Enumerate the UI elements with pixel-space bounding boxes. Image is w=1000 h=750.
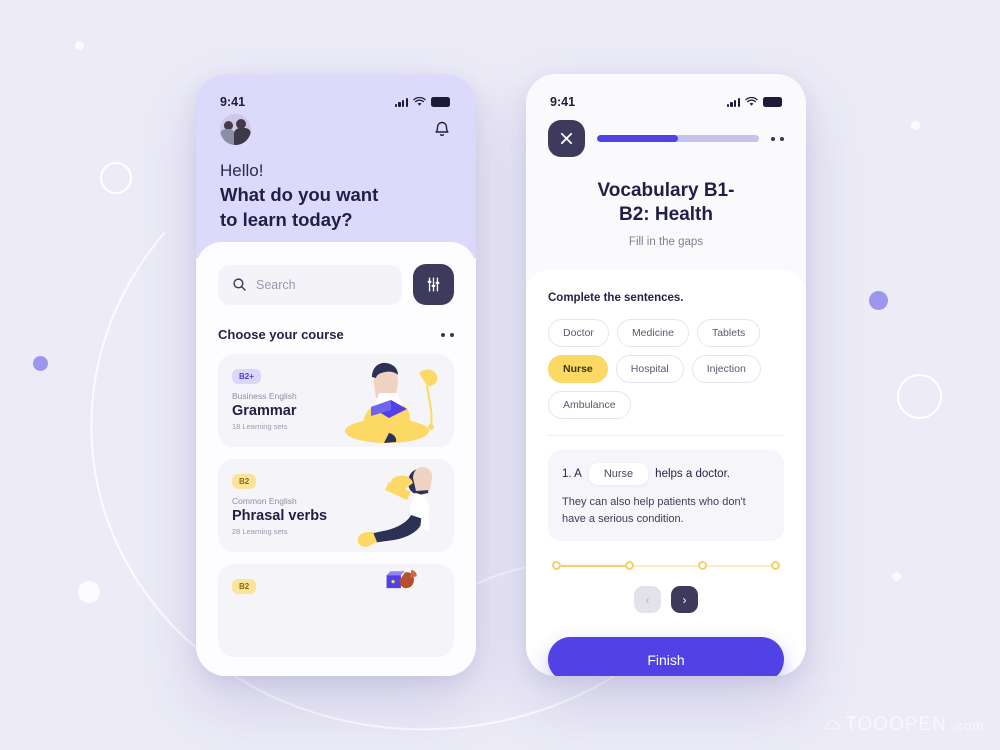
phone-left: 9:41 Hello! What do you want to learn to… (196, 74, 476, 676)
search-row: Search (218, 264, 454, 306)
signal-bars-icon (394, 97, 408, 107)
watermark: TOOOPEN .com (823, 714, 984, 736)
battery-icon (431, 97, 450, 107)
question-number: 1. A (562, 468, 582, 481)
next-button[interactable]: › (671, 586, 698, 614)
wifi-icon (413, 97, 426, 106)
lesson-title-line2: B2: Health (619, 204, 713, 226)
more-dots-icon[interactable] (441, 332, 454, 337)
deco-dot-white-bottom-right (892, 572, 901, 581)
section-title: Choose your course (218, 327, 344, 343)
task-sheet: Complete the sentences. Doctor Medicine Ta… (526, 270, 806, 676)
battery-icon (763, 97, 782, 107)
deco-ring-right (897, 374, 942, 419)
lesson-progress-fill (597, 135, 678, 142)
left-header: 9:41 Hello! What do you want to learn to… (196, 74, 476, 259)
signal-bars-icon (726, 97, 740, 107)
left-statusbar: 9:41 (220, 80, 452, 114)
bell-icon[interactable] (432, 120, 452, 140)
wifi-icon (745, 97, 758, 106)
search-icon (233, 278, 246, 291)
phone-right: 9:41 Vocabulary B1- B2: Health Fill in t… (526, 74, 806, 676)
course-badge: B2 (232, 474, 257, 490)
deco-dot-white-top-right (911, 121, 920, 130)
divider (548, 435, 784, 437)
step-node[interactable] (698, 561, 707, 571)
step-node[interactable] (552, 561, 561, 571)
canvas: TOOOPEN .com 9:41 Hello! What do you wan… (0, 0, 1000, 750)
deco-ring-left (100, 162, 132, 194)
illustration-books-stack (386, 570, 417, 589)
course-card[interactable]: B2+ Business English Grammar 18 Learning… (218, 354, 454, 448)
lesson-navrow (548, 120, 784, 157)
word-chip[interactable]: Injection (691, 355, 761, 384)
filter-button[interactable] (413, 264, 454, 306)
step-indicator (552, 561, 780, 571)
right-top: 9:41 Vocabulary B1- B2: Health Fill in t… (526, 74, 806, 249)
right-statusbar: 9:41 (548, 80, 784, 114)
illustration-woman-leaning (357, 467, 433, 547)
search-input[interactable]: Search (218, 264, 402, 305)
deco-dot-purple-left (33, 356, 48, 371)
course-card[interactable]: B2 Common English Phrasal verbs 28 Learn… (218, 459, 454, 553)
word-chip-list: Doctor Medicine Tablets Nurse Hospital Inject… (548, 319, 784, 420)
step-line (561, 564, 625, 568)
status-icons (726, 97, 782, 107)
task-prompt: Complete the sentences. (548, 292, 684, 305)
section-header: Choose your course (218, 327, 454, 342)
step-node[interactable] (771, 561, 780, 571)
deco-dot-purple-right (869, 291, 888, 310)
watermark-suffix: .com (951, 717, 984, 733)
illustration-woman-reading (345, 363, 438, 444)
search-placeholder: Search (256, 277, 296, 292)
left-body: Search Choose your course B2+ Business E… (196, 242, 476, 676)
step-line (634, 564, 698, 568)
status-time: 9:41 (550, 95, 576, 109)
close-button[interactable] (548, 120, 585, 157)
question-line: 1. A Nurse helps a doctor. (562, 463, 770, 486)
word-chip[interactable]: Medicine (616, 319, 689, 348)
answer-blank[interactable]: Nurse (588, 463, 649, 486)
finish-button[interactable]: Finish (548, 637, 784, 676)
word-chip[interactable]: Doctor (548, 319, 609, 348)
more-dots-icon[interactable] (771, 136, 784, 141)
word-chip[interactable]: Tablets (696, 319, 761, 348)
headline-line1: What do you want (220, 184, 379, 205)
question-tail: helps a doctor. (655, 468, 730, 481)
word-chip[interactable]: Ambulance (548, 391, 631, 420)
course-badge: B2 (232, 579, 257, 595)
word-chip[interactable]: Hospital (615, 355, 684, 384)
step-line (707, 564, 771, 568)
close-icon (560, 132, 573, 145)
status-icons (394, 97, 450, 107)
greeting-text: Hello! (220, 161, 264, 180)
left-header-toprow (220, 114, 452, 145)
deco-dot-white-top-left (75, 41, 84, 50)
question-card: 1. A Nurse helps a doctor. They can also… (548, 450, 784, 542)
question-body: They can also help patients who don't ha… (562, 496, 746, 526)
avatar[interactable] (220, 114, 251, 145)
step-node[interactable] (625, 561, 634, 571)
sliders-icon (427, 277, 440, 292)
lesson-title-line1: Vocabulary B1- (597, 180, 735, 201)
cloud-icon (825, 719, 840, 730)
status-time: 9:41 (220, 95, 246, 109)
lesson-subtitle: Fill in the gaps (628, 236, 704, 249)
course-badge: B2+ (232, 369, 261, 385)
word-chip[interactable]: Nurse (548, 355, 608, 384)
course-card[interactable]: B2 (218, 564, 454, 658)
watermark-main: TOOOPEN (845, 714, 947, 735)
deco-dot-white-bottom-left (78, 581, 100, 603)
prev-button[interactable]: ‹ (634, 586, 661, 614)
headline-line2: to learn today? (220, 208, 353, 230)
lesson-progress-bar (597, 135, 759, 142)
step-nav-buttons: ‹ › (548, 586, 784, 614)
